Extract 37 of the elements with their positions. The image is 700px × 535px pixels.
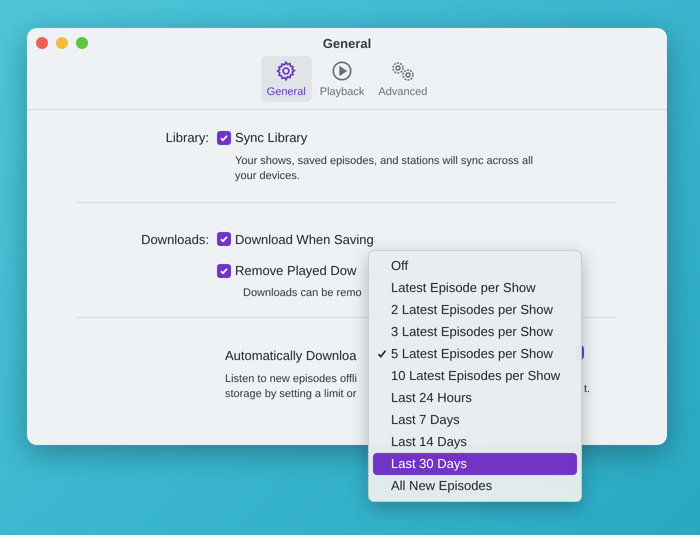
checkbox-label: Remove Played Dow xyxy=(235,262,356,280)
window-title: General xyxy=(322,35,372,53)
description-text: t. xyxy=(584,382,590,397)
checkmark-icon xyxy=(377,349,387,359)
checkbox[interactable] xyxy=(217,232,231,246)
section-label: Downloads: xyxy=(140,230,210,248)
checkbox[interactable] xyxy=(217,264,231,278)
description-text: storage by setting a limit or xyxy=(225,386,356,402)
menu-item[interactable]: 5 Latest Episodes per Show xyxy=(373,343,577,365)
menu-item[interactable]: Latest Episode per Show xyxy=(373,277,577,299)
menu-item[interactable]: Last 30 Days xyxy=(373,453,577,475)
description-text: Downloads can be remo xyxy=(243,286,362,298)
checkmark-icon xyxy=(219,132,229,143)
checkbox-label: Sync Library xyxy=(235,129,308,147)
toolbar-tab[interactable]: Playback xyxy=(314,56,370,102)
menu-item[interactable]: Last 14 Days xyxy=(373,431,577,453)
play-icon xyxy=(331,60,354,82)
description-text: Your shows, saved episodes, and stations will sync across all xyxy=(235,154,533,168)
setting-label: Automatically Downloa xyxy=(225,348,357,363)
checkbox[interactable] xyxy=(217,130,231,145)
menu-item[interactable]: Last 7 Days xyxy=(373,409,577,431)
menu-item[interactable]: All New Episodes xyxy=(373,475,577,497)
section-label: Library: xyxy=(164,129,210,147)
gear-icon xyxy=(275,60,298,82)
menu-item[interactable]: 3 Latest Episodes per Show xyxy=(373,321,577,343)
menu-item[interactable]: 10 Latest Episodes per Show xyxy=(373,365,577,387)
toolbar-tab[interactable]: Advanced xyxy=(372,56,434,102)
checkmark-icon xyxy=(219,234,229,244)
toolbar-tab[interactable]: General xyxy=(260,56,312,102)
close-button[interactable] xyxy=(36,37,48,49)
checkmark-icon xyxy=(219,266,229,276)
checkbox-label: Download When Saving xyxy=(235,230,374,249)
menu-item[interactable]: Last 24 Hours xyxy=(373,387,577,409)
menu-item[interactable]: Off xyxy=(373,255,577,277)
menu-item[interactable]: 2 Latest Episodes per Show xyxy=(373,299,577,321)
description-text: your devices. xyxy=(235,168,300,184)
description-text: Listen to new episodes offli xyxy=(225,372,357,386)
